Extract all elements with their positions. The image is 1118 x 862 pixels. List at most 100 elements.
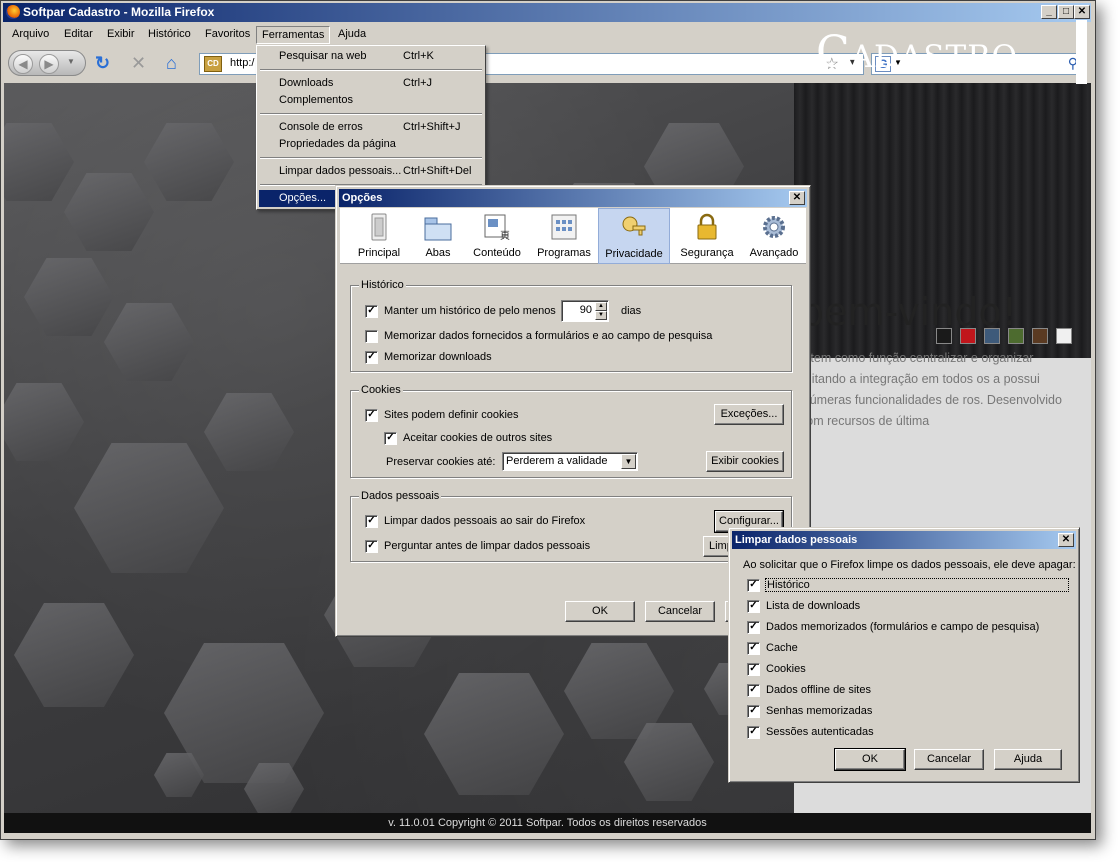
clear-data-title: Limpar dados pessoais: [735, 534, 858, 546]
theme-swatch-brown[interactable]: [1032, 328, 1048, 344]
minimize-button[interactable]: _: [1041, 5, 1057, 19]
keep-history-checkbox[interactable]: ✓: [365, 305, 378, 318]
history-days-spinner[interactable]: 90 ▲ ▼: [561, 300, 609, 322]
menu-separator: [260, 113, 482, 115]
pane-seguranca[interactable]: Segurança: [676, 208, 738, 264]
clear-data-help-button[interactable]: Ajuda: [994, 749, 1062, 770]
menu-item-label: Console de erros: [279, 121, 363, 133]
menu-historico[interactable]: Histórico: [143, 26, 196, 44]
clear-data-cancel-button[interactable]: Cancelar: [914, 749, 984, 770]
remember-downloads-checkbox[interactable]: ✓: [365, 351, 378, 364]
third-party-cookies-checkbox[interactable]: ✓: [384, 432, 397, 445]
page-footer: v. 11.0.01 Copyright © 2011 Softpar. Tod…: [4, 813, 1091, 833]
ask-before-clear-label: Perguntar antes de limpar dados pessoais: [384, 540, 591, 552]
options-close-button[interactable]: ✕: [789, 191, 805, 205]
accept-cookies-checkbox[interactable]: ✓: [365, 409, 378, 422]
clear-downloads-checkbox[interactable]: ✓: [747, 600, 760, 613]
clear-forms-checkbox[interactable]: ✓: [747, 621, 760, 634]
pane-label: Avançado: [749, 247, 799, 259]
pane-label: Segurança: [680, 247, 734, 259]
menu-item-propriedades[interactable]: Propriedades da página: [259, 136, 483, 153]
menu-ferramentas[interactable]: Ferramentas: [256, 26, 331, 44]
clear-cookies-label: Cookies: [766, 663, 806, 675]
menu-favoritos[interactable]: Favoritos: [200, 26, 255, 44]
menu-arquivo[interactable]: Arquivo: [7, 26, 54, 44]
clear-data-title-bar: Limpar dados pessoais ✕: [732, 531, 1076, 549]
clear-passwords-checkbox[interactable]: ✓: [747, 705, 760, 718]
cookie-exceptions-button[interactable]: Exceções...: [714, 404, 784, 425]
options-ok-button[interactable]: OK: [565, 601, 635, 622]
pane-programas[interactable]: Programas: [534, 208, 594, 264]
pane-avancado[interactable]: Avançado: [744, 208, 804, 264]
clear-cache-checkbox[interactable]: ✓: [747, 642, 760, 655]
applications-icon: [551, 214, 577, 240]
show-cookies-button[interactable]: Exibir cookies: [706, 451, 784, 472]
keep-history-label: Manter um histórico de pelo menos: [384, 305, 556, 317]
options-cancel-button[interactable]: Cancelar: [645, 601, 715, 622]
spin-up-icon[interactable]: ▲: [595, 302, 607, 311]
clear-offline-checkbox[interactable]: ✓: [747, 684, 760, 697]
pane-label: Privacidade: [605, 248, 663, 260]
back-arrow-icon[interactable]: ◀: [13, 54, 33, 74]
tabs-icon: [424, 217, 452, 241]
stop-icon[interactable]: ✕: [131, 54, 146, 72]
pane-label: Principal: [357, 247, 401, 259]
clear-data-close-button[interactable]: ✕: [1058, 533, 1074, 547]
pane-label: Programas: [537, 247, 591, 259]
pane-principal[interactable]: Principal: [354, 208, 404, 264]
history-dropdown-icon[interactable]: ▼: [67, 57, 75, 66]
menu-item-complementos[interactable]: Complementos: [259, 92, 483, 109]
cookies-legend: Cookies: [359, 384, 403, 396]
pane-privacidade[interactable]: Privacidade: [598, 208, 670, 264]
historico-group: Histórico ✓ Manter um histórico de pelo …: [350, 279, 792, 372]
menu-editar[interactable]: Editar: [59, 26, 98, 44]
menu-item-console[interactable]: Console de erros Ctrl+Shift+J: [259, 119, 483, 136]
spin-down-icon[interactable]: ▼: [595, 311, 607, 320]
menu-item-downloads[interactable]: Downloads Ctrl+J: [259, 75, 483, 92]
url-text[interactable]: http:/: [230, 57, 254, 69]
pane-label: Abas: [425, 247, 451, 259]
menu-ajuda[interactable]: Ajuda: [333, 26, 371, 44]
clear-history-checkbox[interactable]: ✓: [747, 579, 760, 592]
keep-cookies-value: Perderem a validade: [506, 455, 608, 467]
keep-cookies-select[interactable]: Perderem a validade ▼: [502, 452, 638, 471]
third-party-cookies-label: Aceitar cookies de outros sites: [403, 432, 553, 444]
options-title-bar: Opções ✕: [339, 189, 807, 207]
ask-before-clear-checkbox[interactable]: ✓: [365, 540, 378, 553]
clear-data-dialog: Limpar dados pessoais ✕ Ao solicitar que…: [728, 527, 1080, 783]
clear-downloads-label: Lista de downloads: [766, 600, 861, 612]
menu-item-pesquisar[interactable]: Pesquisar na web Ctrl+K: [259, 48, 483, 65]
forward-arrow-icon[interactable]: ▶: [39, 54, 59, 74]
menu-item-shortcut: Ctrl+Shift+Del: [403, 165, 472, 177]
welcome-heading: bem-vindo!: [800, 290, 1017, 334]
reload-icon[interactable]: ↻: [95, 54, 110, 72]
firefox-logo-icon: [6, 5, 20, 19]
chevron-down-icon[interactable]: ▼: [621, 454, 636, 469]
clear-sessions-checkbox[interactable]: ✓: [747, 726, 760, 739]
menu-exibir[interactable]: Exibir: [102, 26, 140, 44]
theme-swatch-white[interactable]: [1056, 328, 1072, 344]
title-bar: Softpar Cadastro - Mozilla Firefox _ □ ✕: [3, 3, 1091, 22]
close-button[interactable]: ✕: [1074, 5, 1090, 19]
menu-item-limpar[interactable]: Limpar dados pessoais... Ctrl+Shift+Del: [259, 163, 483, 180]
cookies-group: Cookies ✓ Sites podem definir cookies Ex…: [350, 384, 792, 478]
clear-cookies-checkbox[interactable]: ✓: [747, 663, 760, 676]
brand-title: Cadastro: [816, 27, 1018, 78]
menu-item-shortcut: Ctrl+K: [403, 50, 434, 62]
home-icon[interactable]: ⌂: [166, 54, 177, 72]
back-forward-group: ◀ ▶ ▼: [8, 50, 86, 76]
menu-item-shortcut: Ctrl+J: [403, 77, 433, 89]
site-identity-icon[interactable]: CD: [204, 56, 222, 72]
pane-conteudo[interactable]: 頁 Conteúdo: [468, 208, 526, 264]
options-title: Opções: [342, 192, 383, 204]
menu-item-label: Propriedades da página: [279, 138, 396, 150]
clear-on-exit-checkbox[interactable]: ✓: [365, 515, 378, 528]
pane-abas[interactable]: Abas: [414, 208, 462, 264]
menu-separator: [260, 157, 482, 159]
clear-data-ok-button[interactable]: OK: [834, 748, 906, 771]
maximize-button[interactable]: □: [1058, 5, 1074, 19]
window-title: Softpar Cadastro - Mozilla Firefox: [23, 5, 215, 19]
privacy-key-icon: [622, 216, 646, 236]
keep-cookies-label: Preservar cookies até:: [386, 456, 496, 468]
remember-forms-checkbox[interactable]: [365, 330, 378, 343]
